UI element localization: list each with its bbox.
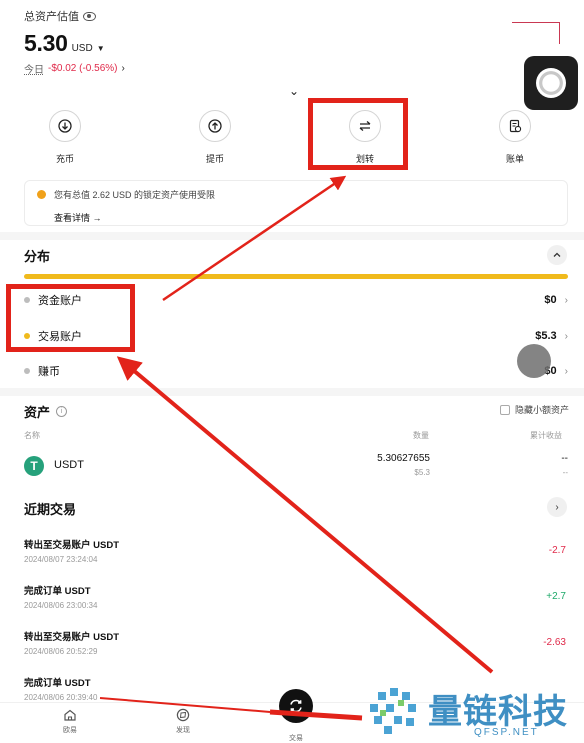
arrow-to-transfer: [162, 175, 347, 302]
watermark-url: QFSP.NET: [474, 727, 539, 738]
watermark-text: 量链科技: [428, 692, 568, 732]
arrow-tail-thin: [99, 697, 271, 713]
watermark: 量链科技 QFSP.NET: [362, 682, 584, 743]
watermark-logo-icon: [370, 688, 416, 734]
annotation-arrows: [99, 175, 494, 721]
arrow-tail-thick: [269, 709, 363, 721]
arrow-to-accounts: [116, 356, 494, 674]
